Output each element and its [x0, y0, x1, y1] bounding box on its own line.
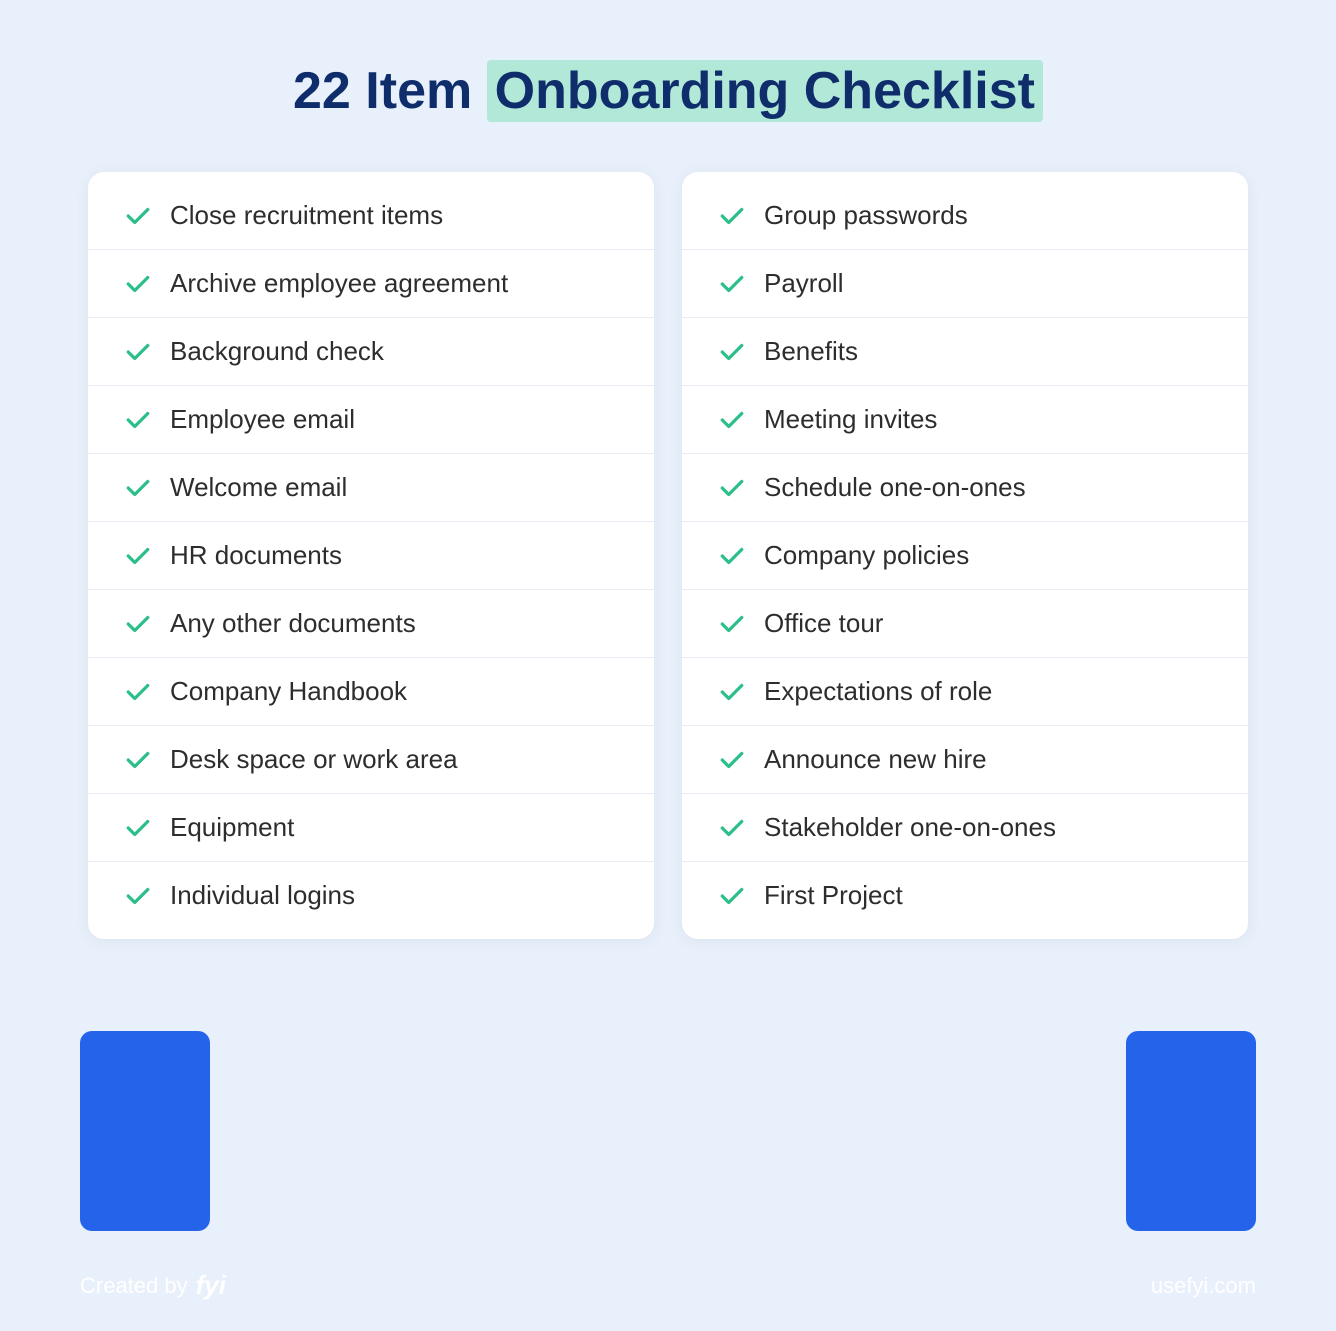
item-label: Stakeholder one-on-ones	[764, 812, 1056, 843]
list-item: Background check	[88, 318, 654, 386]
item-label: Benefits	[764, 336, 858, 367]
item-label: Individual logins	[170, 880, 355, 911]
list-item: Equipment	[88, 794, 654, 862]
footer-website: usefyi.com	[1151, 1273, 1256, 1299]
footer-left: Created by fyi	[80, 1270, 226, 1301]
list-item: Company policies	[682, 522, 1248, 590]
list-item: Individual logins	[88, 862, 654, 929]
item-label: HR documents	[170, 540, 342, 571]
check-icon	[124, 202, 152, 230]
item-label: Employee email	[170, 404, 355, 435]
list-item: Stakeholder one-on-ones	[682, 794, 1248, 862]
list-item: Payroll	[682, 250, 1248, 318]
footer: Created by fyi usefyi.com	[0, 1270, 1336, 1301]
check-icon	[718, 474, 746, 502]
check-icon	[124, 338, 152, 366]
list-item: Group passwords	[682, 182, 1248, 250]
list-item: Archive employee agreement	[88, 250, 654, 318]
list-item: Desk space or work area	[88, 726, 654, 794]
item-label: Company policies	[764, 540, 969, 571]
item-label: Office tour	[764, 608, 883, 639]
blue-shape-left	[80, 1031, 210, 1231]
check-icon	[718, 610, 746, 638]
list-item: Any other documents	[88, 590, 654, 658]
title-section: 22 Item Onboarding Checklist	[293, 60, 1043, 122]
list-item: Company Handbook	[88, 658, 654, 726]
check-icon	[718, 814, 746, 842]
check-icon	[718, 746, 746, 774]
item-label: Payroll	[764, 268, 843, 299]
blue-shape-right	[1126, 1031, 1256, 1231]
check-icon	[124, 678, 152, 706]
check-icon	[718, 338, 746, 366]
check-icon	[124, 474, 152, 502]
page-wrapper: 22 Item Onboarding Checklist Close recru…	[0, 0, 1336, 1331]
item-label: Background check	[170, 336, 384, 367]
check-icon	[124, 746, 152, 774]
item-label: Archive employee agreement	[170, 268, 508, 299]
list-item: Office tour	[682, 590, 1248, 658]
checklist-container: Close recruitment items Archive employee…	[88, 172, 1248, 939]
footer-logo: fyi	[196, 1270, 226, 1301]
check-icon	[124, 882, 152, 910]
item-label: Close recruitment items	[170, 200, 443, 231]
item-label: Meeting invites	[764, 404, 937, 435]
check-icon	[718, 270, 746, 298]
page-title: 22 Item Onboarding Checklist	[293, 60, 1043, 122]
list-item: HR documents	[88, 522, 654, 590]
item-label: Equipment	[170, 812, 294, 843]
list-item: Close recruitment items	[88, 182, 654, 250]
check-icon	[124, 406, 152, 434]
list-item: First Project	[682, 862, 1248, 929]
item-label: Expectations of role	[764, 676, 992, 707]
list-item: Employee email	[88, 386, 654, 454]
item-label: Welcome email	[170, 472, 347, 503]
list-item: Meeting invites	[682, 386, 1248, 454]
check-icon	[124, 270, 152, 298]
item-label: First Project	[764, 880, 903, 911]
title-highlight: Onboarding Checklist	[487, 60, 1043, 122]
item-label: Desk space or work area	[170, 744, 458, 775]
footer-created-by-label: Created by	[80, 1273, 188, 1299]
check-icon	[124, 814, 152, 842]
item-label: Announce new hire	[764, 744, 987, 775]
list-item: Announce new hire	[682, 726, 1248, 794]
list-item: Benefits	[682, 318, 1248, 386]
title-prefix: 22 Item	[293, 62, 487, 120]
list-item: Expectations of role	[682, 658, 1248, 726]
check-icon	[124, 542, 152, 570]
check-icon	[718, 678, 746, 706]
item-label: Company Handbook	[170, 676, 407, 707]
check-icon	[718, 406, 746, 434]
check-icon	[718, 202, 746, 230]
list-item: Schedule one-on-ones	[682, 454, 1248, 522]
right-column: Group passwords Payroll Benefits Meeting…	[682, 172, 1248, 939]
check-icon	[718, 542, 746, 570]
list-item: Welcome email	[88, 454, 654, 522]
left-column: Close recruitment items Archive employee…	[88, 172, 654, 939]
item-label: Group passwords	[764, 200, 968, 231]
check-icon	[718, 882, 746, 910]
check-icon	[124, 610, 152, 638]
item-label: Any other documents	[170, 608, 416, 639]
item-label: Schedule one-on-ones	[764, 472, 1026, 503]
